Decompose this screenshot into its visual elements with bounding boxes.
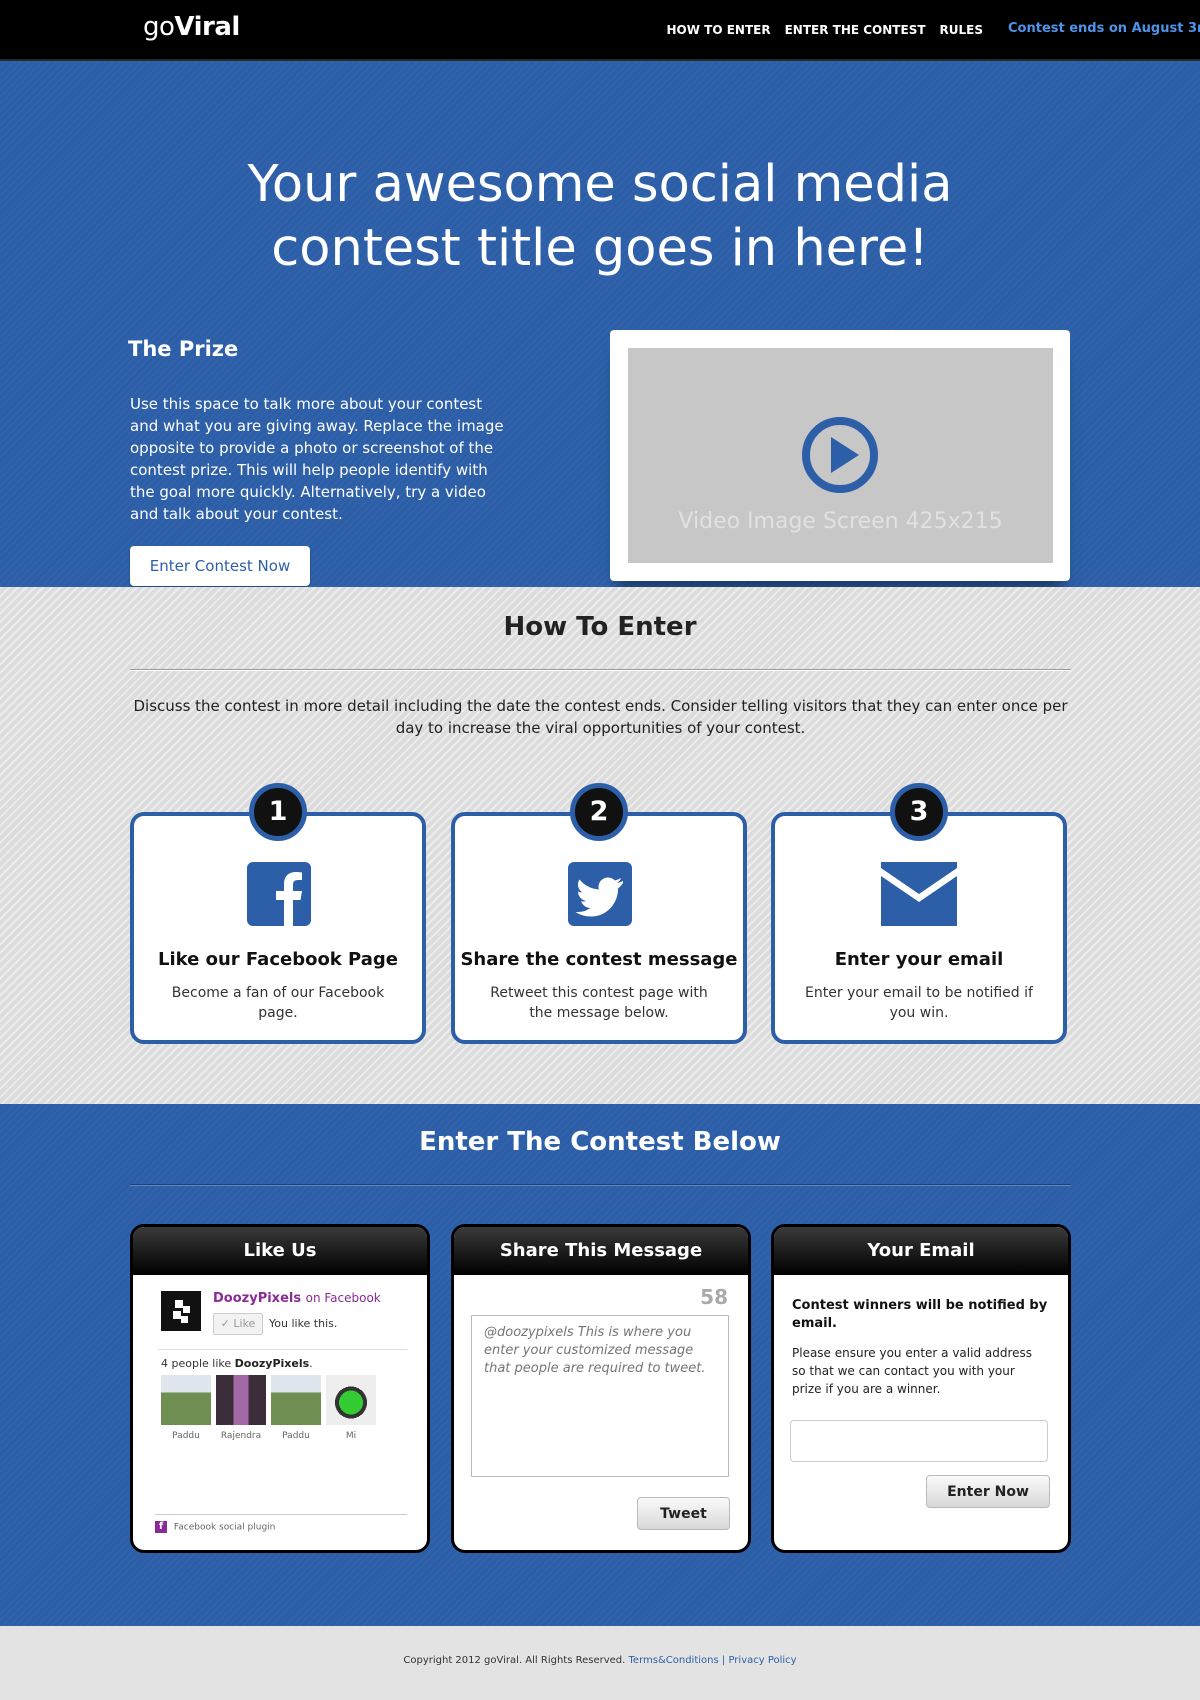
step-text: Enter your email to be notified if you w…	[805, 985, 1033, 1021]
fan-name: Rajendra	[220, 1431, 262, 1441]
fan-avatar	[326, 1375, 376, 1425]
terms-link[interactable]: Terms&Conditions	[629, 1655, 719, 1666]
envelope-icon	[881, 862, 957, 926]
fan-name: Mi	[345, 1431, 357, 1441]
fan-name: Paddu	[172, 1431, 200, 1441]
enter-contest-heading: Enter The Contest Below	[419, 1127, 781, 1157]
prize-description: Use this space to talk more about your c…	[130, 395, 504, 523]
box-header: Like Us	[133, 1227, 427, 1275]
email-box: Your Email Contest winners will be notif…	[771, 1224, 1071, 1553]
fan-face[interactable]: Rajendra	[216, 1375, 266, 1441]
facebook-icon	[247, 862, 311, 926]
contest-title: Your awesome social media contest title …	[247, 155, 953, 278]
nav-how-to-enter[interactable]: HOW TO ENTER	[667, 23, 771, 37]
facebook-small-icon: f	[155, 1521, 167, 1533]
prize-heading: The Prize	[128, 337, 239, 361]
page-logo-icon	[161, 1291, 201, 1331]
step-number-badge: 3	[890, 783, 948, 841]
video-frame: Video Image Screen 425x215	[610, 330, 1070, 581]
step-number-badge: 1	[249, 783, 307, 841]
tweet-message-textarea[interactable]	[471, 1315, 729, 1477]
fan-face[interactable]: Paddu	[161, 1375, 211, 1441]
facebook-plugin-footer[interactable]: f Facebook social plugin	[155, 1514, 407, 1533]
step-card-3: 3 Enter your email Enter your email to b…	[771, 783, 1067, 1044]
how-to-enter-section: How To Enter Discuss the contest in more…	[0, 587, 1200, 1104]
step-number-badge: 2	[570, 783, 628, 841]
fan-face[interactable]: Mi	[326, 1375, 376, 1441]
like-count: 4 people like DoozyPixels.	[161, 1357, 313, 1370]
divider	[130, 669, 1071, 671]
fan-name: Paddu	[282, 1431, 310, 1441]
box-header: Share This Message	[454, 1227, 748, 1275]
contest-ends-notice: Contest ends on August 3rd	[1008, 21, 1200, 36]
plugin-label: Facebook social plugin	[173, 1522, 276, 1533]
step-title: Share the contest message	[460, 949, 738, 970]
like-count-page: DoozyPixels	[234, 1357, 310, 1370]
logo-light-text: go	[143, 12, 175, 42]
enter-contest-section: Enter The Contest Below Like Us DoozyPix…	[0, 1104, 1200, 1626]
page-name-text: DoozyPixels	[213, 1291, 302, 1306]
step-title: Like our Facebook Page	[158, 949, 398, 970]
footer: Copyright 2012 goViral. All Rights Reser…	[0, 1626, 1200, 1700]
video-caption: Video Image Screen 425x215	[678, 509, 1003, 534]
fan-avatar	[216, 1375, 266, 1425]
step-card-2: 2 Share the contest message Retweet this…	[451, 783, 747, 1044]
fan-avatar	[161, 1375, 211, 1425]
nav-enter-contest[interactable]: ENTER THE CONTEST	[785, 23, 926, 37]
divider	[130, 1184, 1071, 1186]
you-like-text: You like this.	[269, 1317, 338, 1330]
facebook-like-button[interactable]: ✓ Like	[213, 1313, 263, 1335]
fan-faces: Paddu Rajendra Paddu Mi	[161, 1375, 381, 1441]
fan-avatar	[271, 1375, 321, 1425]
step-title: Enter your email	[834, 949, 1004, 970]
play-icon[interactable]	[799, 414, 881, 496]
email-input[interactable]	[790, 1420, 1048, 1462]
logo-bold-text: Viral	[174, 12, 240, 42]
check-icon: ✓	[220, 1317, 230, 1330]
share-message-box: Share This Message 58 Tweet	[451, 1224, 751, 1553]
how-to-enter-heading: How To Enter	[503, 612, 697, 642]
top-navbar: goViral HOW TO ENTER ENTER THE CONTEST R…	[0, 0, 1200, 61]
divider	[158, 1349, 407, 1350]
like-label: Like	[233, 1317, 256, 1330]
step-card-1: 1 Like our Facebook Page Become a fan of…	[130, 783, 426, 1044]
email-box-title: Contest winners will be notified by emai…	[792, 1298, 1048, 1331]
how-to-enter-description: Discuss the contest in more detail inclu…	[133, 697, 1068, 737]
footer-separator: |	[721, 1655, 726, 1666]
box-header: Your Email	[774, 1227, 1068, 1275]
step-text: Retweet this contest page with the messa…	[490, 985, 708, 1021]
email-box-text: Please ensure you enter a valid address …	[792, 1346, 1033, 1396]
step-text: Become a fan of our Facebook page.	[171, 985, 385, 1021]
enter-now-button[interactable]: Enter Now	[926, 1475, 1050, 1508]
facebook-page-name[interactable]: DoozyPixels on Facebook	[213, 1291, 381, 1306]
hero-section: Your awesome social media contest title …	[0, 61, 1200, 587]
enter-contest-now-button[interactable]: Enter Contest Now	[130, 546, 310, 586]
like-count-text: 4 people like	[161, 1357, 232, 1370]
copyright-text: Copyright 2012 goViral. All Rights Reser…	[403, 1655, 626, 1666]
nav-rules[interactable]: RULES	[940, 23, 983, 37]
video-placeholder[interactable]: Video Image Screen 425x215	[628, 348, 1053, 563]
privacy-link[interactable]: Privacy Policy	[728, 1655, 796, 1666]
facebook-page-avatar[interactable]	[161, 1291, 201, 1331]
main-nav: HOW TO ENTER ENTER THE CONTEST RULES Con…	[653, 21, 1200, 37]
character-counter: 58	[700, 1285, 728, 1309]
tweet-button[interactable]: Tweet	[637, 1497, 730, 1530]
fan-face[interactable]: Paddu	[271, 1375, 321, 1441]
on-facebook-text: on Facebook	[305, 1291, 381, 1305]
twitter-icon	[568, 862, 632, 926]
like-us-box: Like Us DoozyPixels on Facebook ✓ Like Y…	[130, 1224, 430, 1553]
logo[interactable]: goViral	[143, 12, 240, 42]
